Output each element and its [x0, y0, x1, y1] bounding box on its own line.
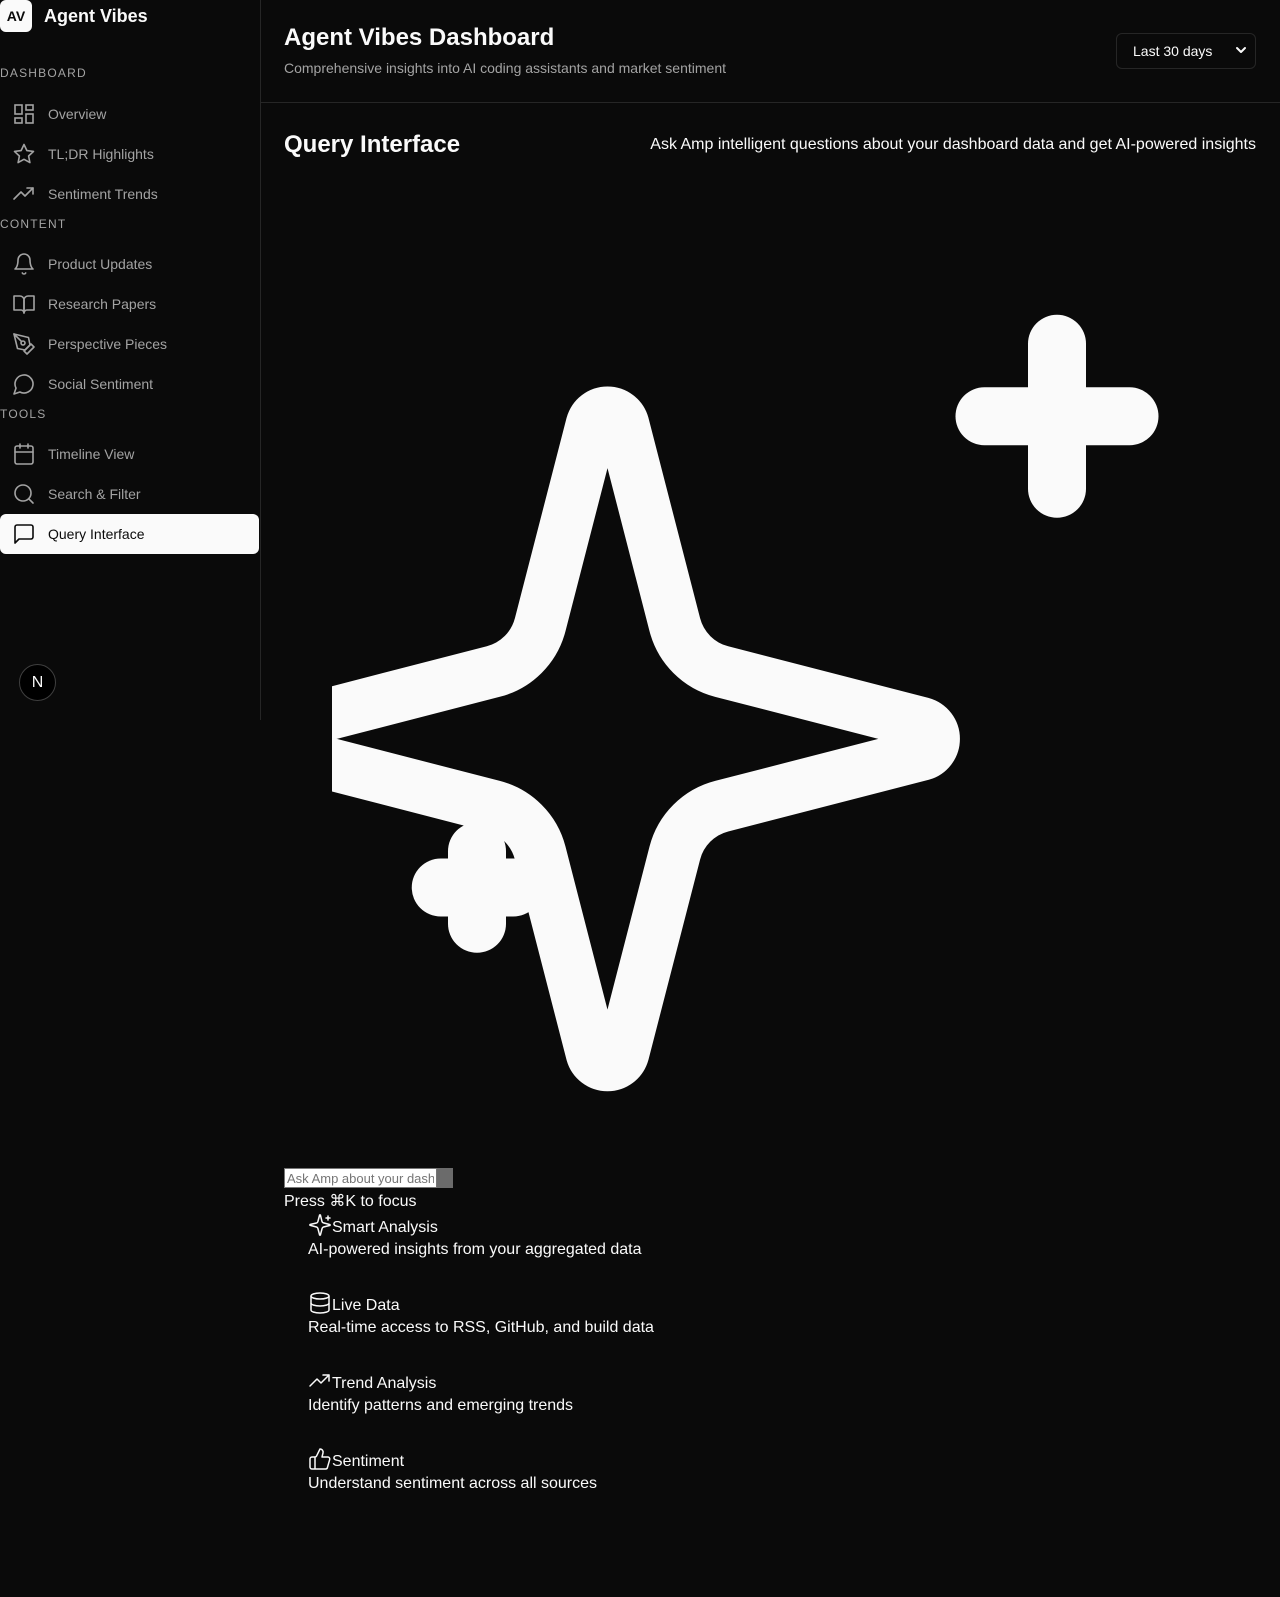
sidebar-item-label: Overview	[48, 106, 107, 122]
sidebar-item-research-papers[interactable]: Research Papers	[0, 284, 259, 324]
section-title: Query Interface	[284, 131, 461, 158]
brand-name: Agent Vibes	[44, 5, 148, 26]
feature-title: Trend Analysis	[332, 1375, 437, 1392]
calendar-icon	[12, 442, 36, 466]
thumbs-up-icon	[308, 1447, 332, 1471]
sidebar-item-label: Research Papers	[48, 296, 157, 312]
feature-description: AI-powered insights from your aggregated…	[308, 1241, 642, 1258]
keyboard-hint: Press ⌘K to focus	[284, 1193, 417, 1210]
database-icon	[308, 1291, 332, 1315]
feature-title: Sentiment	[332, 1453, 405, 1470]
sidebar-item-label: Social Sentiment	[48, 376, 154, 392]
query-submit-button[interactable]	[437, 1168, 453, 1188]
sidebar-item-label: Perspective Pieces	[48, 336, 168, 352]
sidebar-item-query-interface[interactable]: Query Interface	[0, 514, 259, 554]
trending-up-icon	[12, 182, 36, 206]
page-subtitle: Comprehensive insights into AI coding as…	[284, 60, 727, 76]
sidebar-item-label: Timeline View	[48, 446, 135, 462]
feature-sentiment: Sentiment Understand sentiment across al…	[308, 1447, 908, 1525]
trending-up-icon	[308, 1369, 332, 1393]
sidebar-item-tldr[interactable]: TL;DR Highlights	[0, 134, 259, 174]
date-range-value: Last 30 days	[1133, 43, 1213, 59]
query-form	[284, 1168, 453, 1188]
query-input[interactable]	[284, 1168, 437, 1188]
sidebar-item-label: Product Updates	[48, 256, 153, 272]
book-open-icon	[12, 292, 36, 316]
feature-title: Live Data	[332, 1297, 400, 1314]
feature-smart-analysis: Smart Analysis AI-powered insights from …	[308, 1213, 908, 1291]
layout-grid-icon	[12, 102, 36, 126]
page-title: Agent Vibes Dashboard	[284, 24, 555, 51]
header: Agent Vibes Dashboard Comprehensive insi…	[261, 0, 1280, 103]
date-range-select[interactable]: Last 30 days	[1116, 33, 1256, 69]
feature-list: Smart Analysis AI-powered insights from …	[308, 1213, 908, 1525]
sidebar-group-tools: TOOLS	[0, 407, 47, 421]
sidebar-item-label: TL;DR Highlights	[48, 146, 154, 162]
message-square-icon	[12, 522, 36, 546]
feature-description: Real-time access to RSS, GitHub, and bui…	[308, 1319, 654, 1336]
bell-icon	[12, 252, 36, 276]
feature-live-data: Live Data Real-time access to RSS, GitHu…	[308, 1291, 908, 1369]
brand-logo: AV	[0, 0, 32, 32]
star-icon	[12, 142, 36, 166]
sparkles-icon	[308, 1213, 332, 1237]
message-circle-icon	[12, 372, 36, 396]
pen-tool-icon	[12, 332, 36, 356]
dev-tools-badge[interactable]: N	[19, 664, 56, 701]
sidebar: AV Agent Vibes DASHBOARD Overview TL;DR …	[0, 0, 261, 720]
feature-trend-analysis: Trend Analysis Identify patterns and eme…	[308, 1369, 908, 1447]
feature-description: Understand sentiment across all sources	[308, 1475, 598, 1492]
sidebar-item-timeline-view[interactable]: Timeline View	[0, 434, 259, 474]
sparkles-icon	[255, 235, 1202, 1105]
sidebar-item-sentiment-trends[interactable]: Sentiment Trends	[0, 174, 259, 214]
feature-description: Identify patterns and emerging trends	[308, 1397, 574, 1414]
search-icon	[12, 482, 36, 506]
sidebar-group-content: CONTENT	[0, 217, 67, 231]
section-description: Ask Amp intelligent questions about your…	[650, 136, 1256, 153]
sidebar-item-perspective-pieces[interactable]: Perspective Pieces	[0, 324, 259, 364]
sidebar-item-social-sentiment[interactable]: Social Sentiment	[0, 364, 259, 404]
sidebar-item-label: Search & Filter	[48, 486, 141, 502]
chevron-down-icon	[1235, 43, 1247, 59]
sidebar-item-overview[interactable]: Overview	[0, 94, 259, 134]
brand[interactable]: AV Agent Vibes	[0, 0, 260, 32]
sidebar-item-search-filter[interactable]: Search & Filter	[0, 474, 259, 514]
sidebar-item-label: Sentiment Trends	[48, 186, 158, 202]
sidebar-item-label: Query Interface	[48, 526, 145, 542]
sidebar-item-product-updates[interactable]: Product Updates	[0, 244, 259, 284]
sidebar-group-dashboard: DASHBOARD	[0, 66, 87, 80]
feature-title: Smart Analysis	[332, 1219, 438, 1236]
